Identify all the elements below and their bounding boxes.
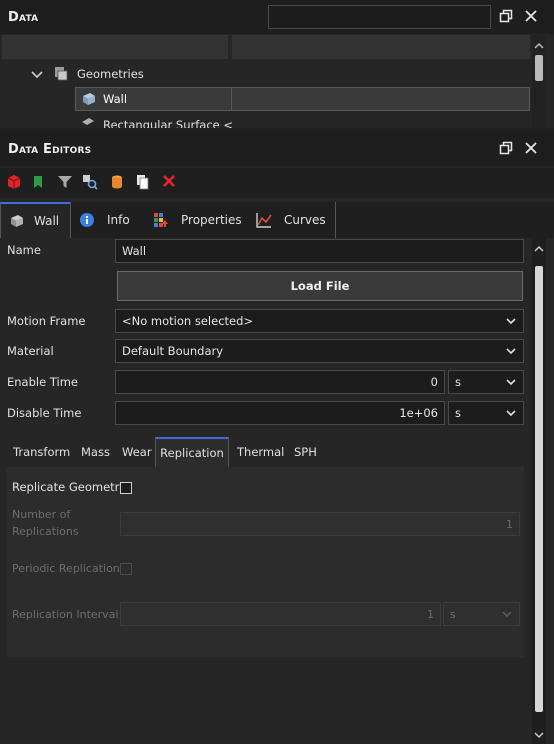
replication-interval-input[interactable]: 1: [120, 602, 441, 626]
disable-time-input[interactable]: 1e+06: [115, 401, 445, 425]
geometries-icon: [54, 66, 70, 85]
motion-frame-select[interactable]: <No motion selected>: [115, 309, 524, 333]
tab-info[interactable]: Info: [79, 202, 130, 238]
chevron-down-icon: [505, 376, 517, 388]
tree-column-header: [232, 35, 530, 59]
tab-divider: [335, 202, 336, 238]
tree-item-wall[interactable]: Wall: [103, 92, 127, 106]
enable-time-input[interactable]: 0: [115, 370, 445, 394]
motion-frame-label: Motion Frame: [7, 314, 86, 328]
material-select[interactable]: Default Boundary: [115, 339, 524, 363]
enable-time-unit-select[interactable]: s: [448, 370, 524, 394]
chevron-down-icon[interactable]: [534, 728, 544, 742]
data-search-input[interactable]: [268, 5, 491, 29]
load-file-button[interactable]: Load File: [117, 271, 523, 301]
subtab-sph[interactable]: SPH: [294, 437, 317, 467]
close-icon[interactable]: [523, 141, 539, 157]
number-of-replications-value: 1: [506, 517, 513, 531]
tree-column-header: [2, 35, 228, 59]
disable-time-unit-select[interactable]: s: [448, 401, 524, 425]
wall-tab-icon: [9, 213, 25, 229]
editors-toolbar: [0, 168, 554, 198]
data-scrollbar[interactable]: [532, 35, 546, 128]
tree-row-divider: [231, 88, 232, 110]
subtab-wear[interactable]: Wear: [122, 437, 152, 467]
data-panel: Data Geometries Wall Rectangular Surface…: [0, 0, 554, 128]
chevron-up-icon[interactable]: [534, 242, 544, 256]
replicate-geometry-label: Replicate Geometry: [12, 480, 127, 494]
editors-panel-title: Data Editors: [8, 141, 92, 157]
properties-grid-icon: [153, 212, 169, 228]
wall-geometry-icon: [81, 91, 97, 110]
chevron-down-icon: [501, 608, 513, 620]
subtab-mass[interactable]: Mass: [81, 437, 110, 467]
periodic-replication-label: Periodic Replication: [12, 562, 120, 575]
green-flag-icon[interactable]: [32, 174, 46, 193]
rect-surface-icon: [81, 116, 95, 131]
search-objects-icon[interactable]: [82, 174, 98, 193]
scrollbar-thumb[interactable]: [535, 266, 543, 712]
subtab-transform[interactable]: Transform: [13, 437, 70, 467]
replicate-geometry-checkbox[interactable]: [120, 482, 132, 494]
motion-frame-value: <No motion selected>: [122, 314, 254, 328]
copy-icon[interactable]: [136, 174, 150, 193]
number-of-replications-label-2: Replications: [12, 525, 79, 538]
replication-interval-label: Replication Interval:: [12, 608, 123, 621]
float-restore-icon[interactable]: [498, 9, 514, 25]
material-label: Material: [7, 344, 54, 358]
data-panel-title: Data: [8, 9, 39, 25]
material-value: Default Boundary: [122, 344, 224, 358]
enable-time-unit: s: [455, 375, 461, 389]
name-input[interactable]: Wall: [115, 239, 524, 263]
tab-wall-label: Wall: [34, 214, 60, 228]
chevron-down-icon: [505, 407, 517, 419]
cylinder-icon[interactable]: [110, 174, 124, 193]
close-icon[interactable]: [523, 9, 539, 25]
replication-interval-unit: s: [450, 607, 456, 621]
subtab-replication[interactable]: Replication: [155, 437, 229, 467]
editors-scrollbar[interactable]: [532, 238, 546, 744]
number-of-replications-input[interactable]: 1: [120, 512, 520, 536]
editors-panel-header: Data Editors: [0, 132, 554, 166]
chevron-down-icon: [505, 315, 517, 327]
tab-wall[interactable]: Wall: [0, 202, 71, 238]
disable-time-unit: s: [455, 406, 461, 420]
chevron-up-icon[interactable]: [534, 39, 544, 53]
tab-properties[interactable]: Properties: [153, 202, 242, 238]
periodic-replication-checkbox[interactable]: [120, 563, 132, 575]
red-cube-icon[interactable]: [6, 174, 22, 193]
info-icon: [79, 212, 95, 228]
filter-icon[interactable]: [57, 174, 73, 193]
replication-interval-value: 1: [427, 607, 434, 621]
subtab-thermal[interactable]: Thermal: [237, 437, 284, 467]
disable-time-label: Disable Time: [7, 406, 82, 420]
tab-properties-label: Properties: [181, 213, 242, 227]
load-file-label: Load File: [290, 279, 350, 293]
tree-item-rectangular-surface[interactable]: Rectangular Surface <: [103, 116, 233, 128]
tree-item-geometries[interactable]: Geometries: [77, 67, 144, 81]
name-label: Name: [7, 243, 41, 257]
delete-icon[interactable]: [162, 174, 176, 191]
number-of-replications-label-1: Number of: [12, 508, 71, 521]
chevron-down-icon[interactable]: [31, 69, 43, 83]
float-restore-icon[interactable]: [498, 141, 514, 157]
tab-info-label: Info: [107, 213, 130, 227]
subtab-replication-label: Replication: [160, 446, 224, 460]
chevron-down-icon: [505, 345, 517, 357]
tab-curves-label: Curves: [284, 213, 326, 227]
tab-curves[interactable]: Curves: [256, 202, 326, 238]
scrollbar-thumb[interactable]: [535, 55, 543, 81]
replication-interval-unit-select[interactable]: s: [443, 602, 520, 626]
tree-item-wall-row[interactable]: [75, 87, 530, 111]
enable-time-label: Enable Time: [7, 375, 78, 389]
curve-chart-icon: [256, 212, 272, 228]
